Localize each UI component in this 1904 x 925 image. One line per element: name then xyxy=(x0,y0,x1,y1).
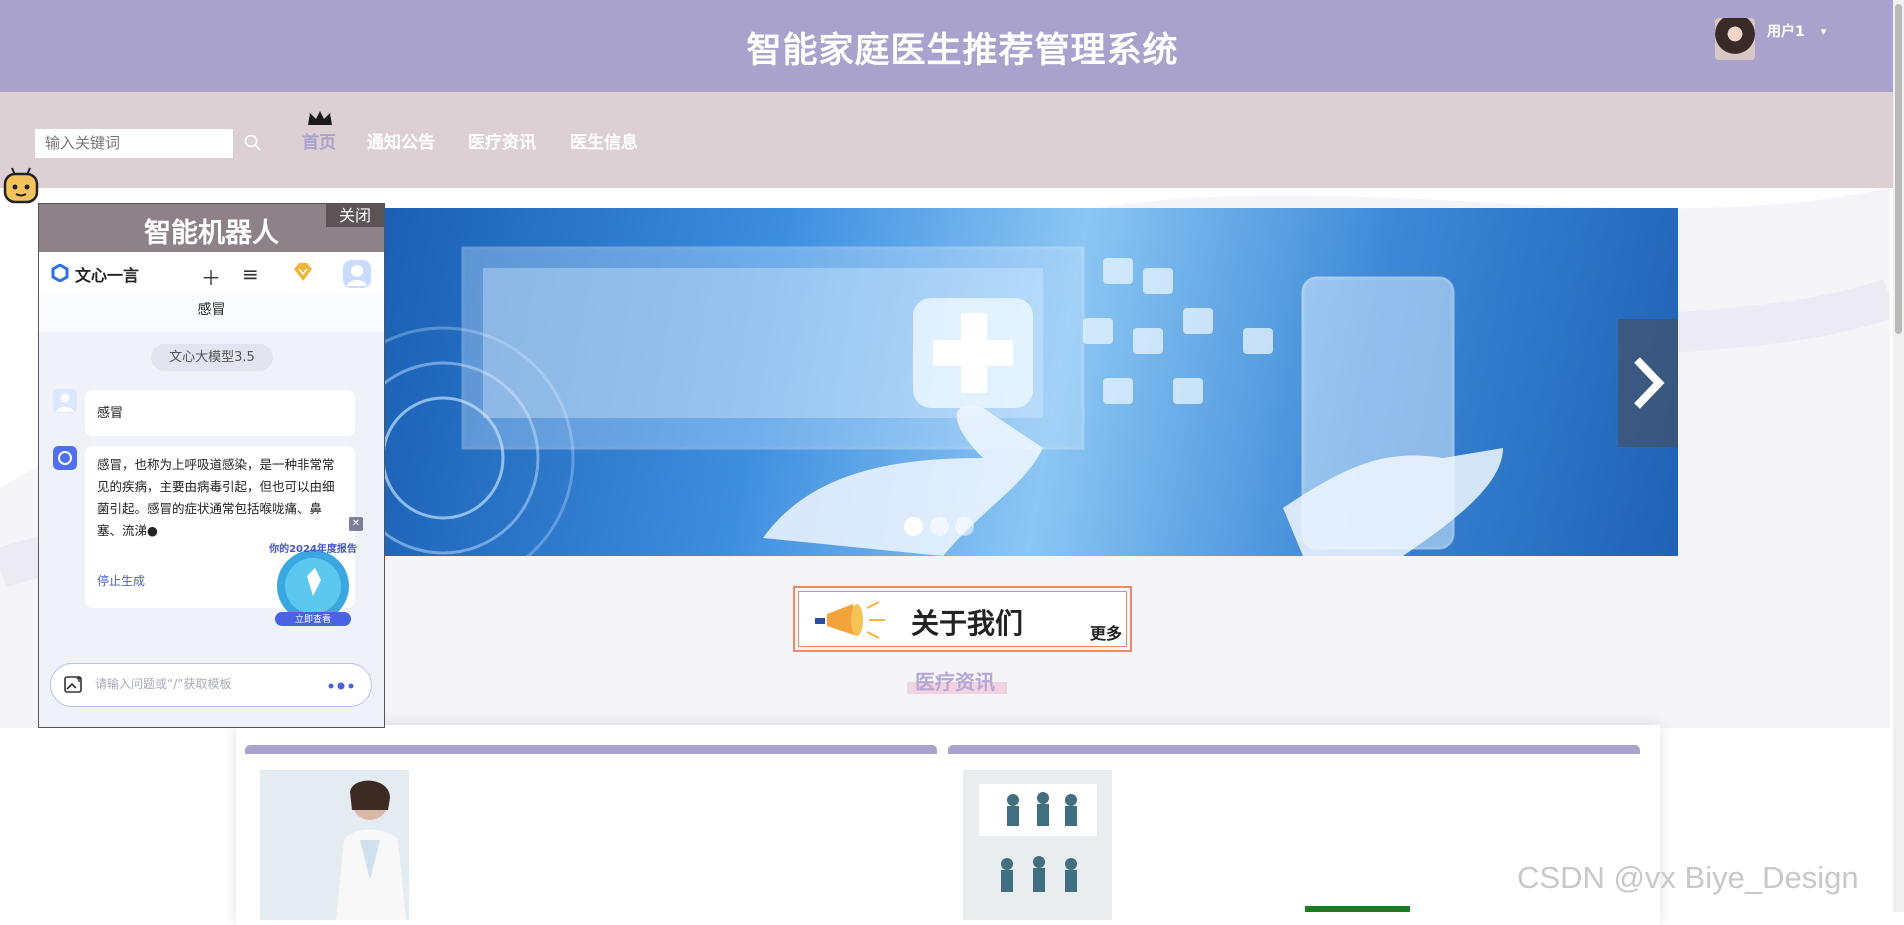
site-title: 智能家庭医生推荐管理系统 xyxy=(746,31,1179,71)
chat-input[interactable] xyxy=(95,677,285,691)
account-avatar-icon[interactable] xyxy=(343,260,371,288)
chat-input-bar[interactable] xyxy=(50,663,372,707)
chevron-right-icon xyxy=(1634,357,1665,409)
banner-dot-3[interactable] xyxy=(955,517,974,536)
nav-item-home[interactable]: 首页 xyxy=(302,128,336,153)
megaphone-icon xyxy=(815,601,885,639)
robot-icon[interactable] xyxy=(2,166,40,206)
conversation-title: 感冒 xyxy=(39,292,384,332)
close-button[interactable]: 关闭 xyxy=(326,204,384,227)
user-avatar-icon xyxy=(53,389,77,413)
bot-message-text: 感冒，也称为上呼吸道感染，是一种非常常见的疾病，主要由病毒引起，但也可以由细菌引… xyxy=(97,457,335,538)
user-name[interactable]: 用户1 xyxy=(1767,21,1805,41)
news-list xyxy=(236,725,1660,925)
scrollbar-thumb[interactable] xyxy=(1895,4,1902,334)
brand-name: 文心一言 xyxy=(75,266,140,285)
top-header: 智能家庭医生推荐管理系统 xyxy=(0,0,1904,92)
ernie-logo-icon xyxy=(51,264,69,282)
user-message: 感冒 xyxy=(85,390,355,436)
chevron-down-icon[interactable]: ▾ xyxy=(1821,25,1827,38)
chatbot-panel: 智能机器人 关闭 文心一言 ＋ ≡ 感冒 文心大模型3.5 感冒 感冒，也称为上… xyxy=(38,203,385,728)
news-image[interactable] xyxy=(260,770,409,920)
card-header-bar xyxy=(948,745,1640,754)
promo-text: 你的2024年度报告 xyxy=(268,542,357,555)
banner-dot-1[interactable] xyxy=(904,517,923,536)
card-header-bar xyxy=(245,745,937,754)
user-menu[interactable]: 用户1 ▾ xyxy=(1715,18,1826,60)
plus-icon[interactable]: ＋ xyxy=(201,262,221,291)
nav-item-doctors[interactable]: 医生信息 xyxy=(570,128,638,153)
gem-icon[interactable] xyxy=(292,262,314,282)
crown-icon xyxy=(308,111,332,125)
about-title: 关于我们 xyxy=(911,607,1024,640)
chat-toolbar: 文心一言 ＋ ≡ xyxy=(39,252,384,292)
promo-button[interactable]: 立即查看 xyxy=(295,613,331,625)
promo-close-icon[interactable]: ✕ xyxy=(349,517,363,531)
banner-dot-2[interactable] xyxy=(930,517,949,536)
nav-item-notices[interactable]: 通知公告 xyxy=(367,128,435,153)
stop-generating-button[interactable]: 停止生成 xyxy=(97,572,145,589)
nav-item-medical-news[interactable]: 医疗资讯 xyxy=(468,128,536,153)
menu-icon[interactable]: ≡ xyxy=(242,262,259,286)
nav-bar xyxy=(0,92,1904,188)
bot-avatar-icon xyxy=(53,446,77,470)
tag-badge xyxy=(1305,906,1410,912)
watermark: CSDN @vx Biye_Design xyxy=(1517,860,1859,895)
image-upload-icon[interactable] xyxy=(64,676,84,694)
model-badge[interactable]: 文心大模型3.5 xyxy=(151,344,273,371)
section-title: 医疗资讯 xyxy=(915,670,995,694)
chatbot-header: 智能机器人 关闭 xyxy=(39,204,384,252)
hero-banner[interactable] xyxy=(383,208,1678,556)
annual-report-promo[interactable]: 你的2024年度报告 立即查看 xyxy=(263,540,363,626)
news-image[interactable] xyxy=(963,770,1112,920)
search-icon[interactable] xyxy=(243,133,263,153)
about-more-link[interactable]: 更多 xyxy=(1090,620,1122,644)
user-avatar[interactable] xyxy=(1715,18,1755,60)
voice-icon[interactable] xyxy=(327,682,357,690)
search-input[interactable] xyxy=(35,129,233,158)
banner-next-button[interactable] xyxy=(1618,319,1678,447)
banner-image xyxy=(383,246,1503,556)
about-us-block[interactable]: 关于我们 更多 xyxy=(793,586,1132,652)
